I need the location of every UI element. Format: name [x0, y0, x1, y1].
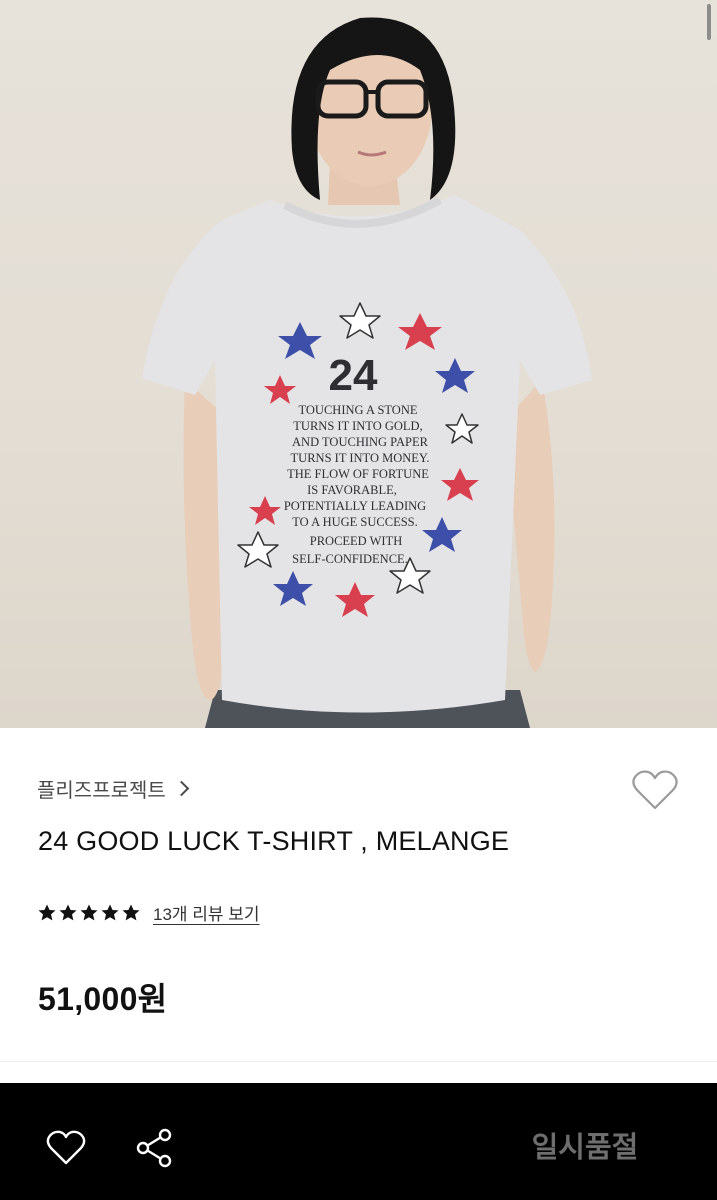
rating-stars — [37, 903, 141, 923]
scrollbar[interactable] — [707, 4, 711, 40]
bottom-action-bar: 일시품절 — [0, 1083, 717, 1200]
product-photo-illustration: 24 TOUCHING A STONE TURNS IT INTO GOLD, … — [142, 17, 592, 728]
svg-text:PROCEED WITH: PROCEED WITH — [310, 534, 402, 548]
wish-heart-icon[interactable] — [46, 1129, 86, 1167]
product-info: 플리즈프로젝트 24 GOOD LUCK T-SHIRT , MELANGE 1… — [0, 728, 717, 1062]
svg-text:IS FAVORABLE,: IS FAVORABLE, — [307, 483, 397, 497]
chevron-right-icon — [173, 780, 190, 797]
star-icon — [101, 904, 119, 920]
print-number: 24 — [329, 351, 378, 400]
svg-text:POTENTIALLY LEADING: POTENTIALLY LEADING — [284, 499, 426, 513]
star-icon — [122, 904, 140, 920]
divider — [0, 1061, 717, 1062]
product-price: 51,000원 — [38, 981, 168, 1017]
svg-text:AND TOUCHING PAPER: AND TOUCHING PAPER — [292, 435, 429, 449]
svg-text:TURNS IT INTO GOLD,: TURNS IT INTO GOLD, — [293, 419, 422, 433]
star-icon — [59, 904, 77, 920]
soldout-button[interactable]: 일시품절 — [500, 1117, 670, 1173]
svg-text:TO A HUGE SUCCESS.: TO A HUGE SUCCESS. — [292, 515, 418, 529]
brand-link[interactable]: 플리즈프로젝트 — [37, 774, 190, 803]
product-title: 24 GOOD LUCK T-SHIRT , MELANGE — [38, 826, 510, 856]
svg-text:TURNS IT INTO MONEY.: TURNS IT INTO MONEY. — [291, 451, 430, 465]
star-icon — [38, 904, 56, 920]
review-link[interactable]: 13개 리뷰 보기 — [153, 900, 260, 925]
svg-text:TOUCHING A STONE: TOUCHING A STONE — [299, 403, 418, 417]
svg-text:THE FLOW OF FORTUNE: THE FLOW OF FORTUNE — [287, 467, 429, 481]
product-image[interactable]: 24 TOUCHING A STONE TURNS IT INTO GOLD, … — [0, 0, 717, 728]
star-icon — [80, 904, 98, 920]
share-icon[interactable] — [134, 1127, 174, 1169]
svg-text:SELF-CONFIDENCE.: SELF-CONFIDENCE. — [292, 552, 408, 566]
heart-outline-icon[interactable] — [631, 768, 679, 812]
product-detail-page: 24 TOUCHING A STONE TURNS IT INTO GOLD, … — [0, 0, 717, 1200]
rating-row: 13개 리뷰 보기 — [37, 900, 260, 925]
brand-name: 플리즈프로젝트 — [37, 780, 166, 802]
